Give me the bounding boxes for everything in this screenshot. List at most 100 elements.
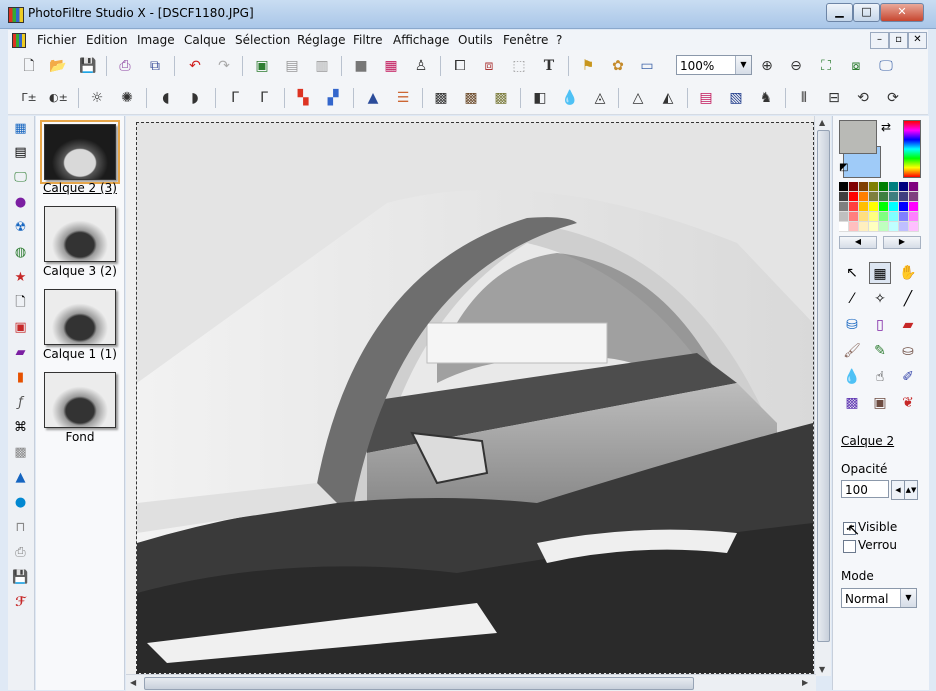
palette-swatch[interactable] xyxy=(859,182,869,192)
rotate-right-icon[interactable]: ⟳ xyxy=(884,89,902,107)
flip-horizontal-icon[interactable]: ⫴ xyxy=(795,89,813,107)
sphere-icon[interactable]: ● xyxy=(12,194,29,211)
zoom-select[interactable]: 100% ▼ xyxy=(676,55,752,75)
advanced-brush-icon[interactable]: ✎ xyxy=(869,340,891,362)
eraser-icon[interactable]: ▰ xyxy=(897,314,919,336)
menu-filtre[interactable]: Filtre xyxy=(353,33,382,47)
filter-grid2-icon[interactable]: ▩ xyxy=(462,89,480,107)
scroll-left-icon[interactable]: ◀ xyxy=(130,678,136,687)
flip-vertical-icon[interactable]: ⊟ xyxy=(825,89,843,107)
chevron-down-icon[interactable]: ▼ xyxy=(900,589,916,607)
plugins-icon[interactable]: ✿ xyxy=(609,57,627,75)
foreground-color-swatch[interactable] xyxy=(839,120,877,154)
menu-reglage[interactable]: Réglage xyxy=(297,33,346,47)
text-tool-icon[interactable]: T xyxy=(540,57,558,75)
explorer-icon[interactable]: ⚑ xyxy=(579,57,597,75)
zoom-in-icon[interactable]: ⊕ xyxy=(758,57,776,75)
palette-swatch[interactable] xyxy=(889,212,899,222)
lock-checkbox[interactable] xyxy=(843,540,856,553)
scan-icon[interactable]: ⧉ xyxy=(146,57,164,75)
stamp-icon[interactable]: ⛀ xyxy=(897,340,919,362)
palette-swatch[interactable] xyxy=(859,212,869,222)
cloverleaf-icon[interactable]: ⌘ xyxy=(12,419,29,436)
strawberry-icon[interactable]: ❦ xyxy=(897,392,919,414)
page-icon[interactable]: 🗋 xyxy=(12,294,29,311)
palette-swatch[interactable] xyxy=(879,192,889,202)
palette-swatch[interactable] xyxy=(899,222,909,232)
palette-swatch[interactable] xyxy=(849,212,859,222)
contrast-minus-icon[interactable]: ◖ xyxy=(157,89,175,107)
fit-window-icon[interactable]: ⧇ xyxy=(847,57,865,75)
saturation-minus-icon[interactable]: ▚ xyxy=(294,89,312,107)
redo-icon[interactable]: ↷ xyxy=(215,57,233,75)
palette-swatch[interactable] xyxy=(839,182,849,192)
line-tool-icon[interactable]: ╱ xyxy=(897,288,919,310)
histogram-icon[interactable]: ▲ xyxy=(12,469,29,486)
window-icon[interactable]: ▭ xyxy=(638,57,656,75)
fade-icon[interactable]: ▧ xyxy=(727,89,745,107)
copy-image-icon[interactable]: ▣ xyxy=(253,57,271,75)
menu-fenetre[interactable]: Fenêtre xyxy=(503,33,548,47)
fullscreen-icon[interactable]: 🖵 xyxy=(877,57,895,75)
calculator-icon[interactable]: ▦ xyxy=(12,120,29,137)
mosaic-icon[interactable]: ▩ xyxy=(12,444,29,461)
scroll-up-icon[interactable]: ▲ xyxy=(819,118,825,127)
palette-swatch[interactable] xyxy=(909,182,919,192)
palette-swatch[interactable] xyxy=(849,192,859,202)
opacity-decrement-button[interactable]: ◀ xyxy=(891,480,905,500)
brightness-minus-icon[interactable]: ☼ xyxy=(88,89,106,107)
layer-thumbnail[interactable] xyxy=(44,206,116,262)
swap-colors-icon[interactable]: ⇄ xyxy=(881,120,891,134)
histogram-icon[interactable]: ▲ xyxy=(364,89,382,107)
automate-icon[interactable]: ♞ xyxy=(757,89,775,107)
palette-swatch[interactable] xyxy=(839,202,849,212)
smudge-icon[interactable]: ☝ xyxy=(869,366,891,388)
photofiltre-icon[interactable]: ℱ xyxy=(12,594,29,611)
blur-drop-icon[interactable]: 💧 xyxy=(841,366,863,388)
texture-icon[interactable]: ▮ xyxy=(12,369,29,386)
layer-label[interactable]: Calque 1 (1) xyxy=(36,347,124,361)
scroll-down-icon[interactable]: ▼ xyxy=(819,665,825,674)
color-palette[interactable] xyxy=(839,182,919,232)
paste-icon[interactable]: ▤ xyxy=(283,57,301,75)
menu-fichier[interactable]: Fichier xyxy=(37,33,76,47)
menu-selection[interactable]: Sélection xyxy=(235,33,290,47)
image-size-icon[interactable]: ⧠ xyxy=(451,57,469,75)
image-list-icon[interactable]: ▤ xyxy=(12,144,29,161)
globe-icon[interactable]: ◍ xyxy=(12,244,29,261)
palette-swatch[interactable] xyxy=(859,202,869,212)
actual-size-icon[interactable]: ⛶ xyxy=(817,57,835,75)
palette-swatch[interactable] xyxy=(879,182,889,192)
opacity-input[interactable]: 100 xyxy=(841,480,889,498)
menu-affichage[interactable]: Affichage xyxy=(393,33,449,47)
layer-label[interactable]: Calque 2 (3) xyxy=(36,181,124,195)
sharpen-more-icon[interactable]: ◭ xyxy=(659,89,677,107)
palette-swatch[interactable] xyxy=(909,222,919,232)
palette-swatch[interactable] xyxy=(899,202,909,212)
palette-swatch[interactable] xyxy=(899,182,909,192)
chevron-down-icon[interactable]: ▼ xyxy=(735,56,751,74)
palette-swatch[interactable] xyxy=(839,212,849,222)
gamma-plus-icon[interactable]: Γ xyxy=(255,89,273,107)
undo-icon[interactable]: ↶ xyxy=(186,57,204,75)
palette-swatch[interactable] xyxy=(869,212,879,222)
selection-tool-icon[interactable]: ▦ xyxy=(869,262,891,284)
layer-label[interactable]: Fond xyxy=(36,430,124,444)
function-icon[interactable]: ƒ xyxy=(12,394,29,411)
vertical-scroll-thumb[interactable] xyxy=(817,130,830,642)
palette-swatch[interactable] xyxy=(879,212,889,222)
horizontal-scrollbar[interactable]: ◀ ▶ xyxy=(126,674,816,691)
scroll-right-icon[interactable]: ▶ xyxy=(802,678,808,687)
opacity-increment-button[interactable]: ▲▼ xyxy=(904,480,918,500)
blur-icon[interactable]: 💧 xyxy=(561,89,579,107)
paste-new-icon[interactable]: ▥ xyxy=(313,57,331,75)
palette-swatch[interactable] xyxy=(839,192,849,202)
auto-contrast-icon[interactable]: ◐± xyxy=(49,89,68,107)
doc-minimize-button[interactable]: – xyxy=(870,32,889,49)
palette-swatch[interactable] xyxy=(889,222,899,232)
canvas-size-icon[interactable]: ⧈ xyxy=(480,57,498,75)
circle-icon[interactable]: ● xyxy=(12,494,29,511)
open-folder-icon[interactable]: 📂 xyxy=(49,57,67,75)
palette-swatch[interactable] xyxy=(889,192,899,202)
layer-thumbnail[interactable] xyxy=(44,372,116,428)
